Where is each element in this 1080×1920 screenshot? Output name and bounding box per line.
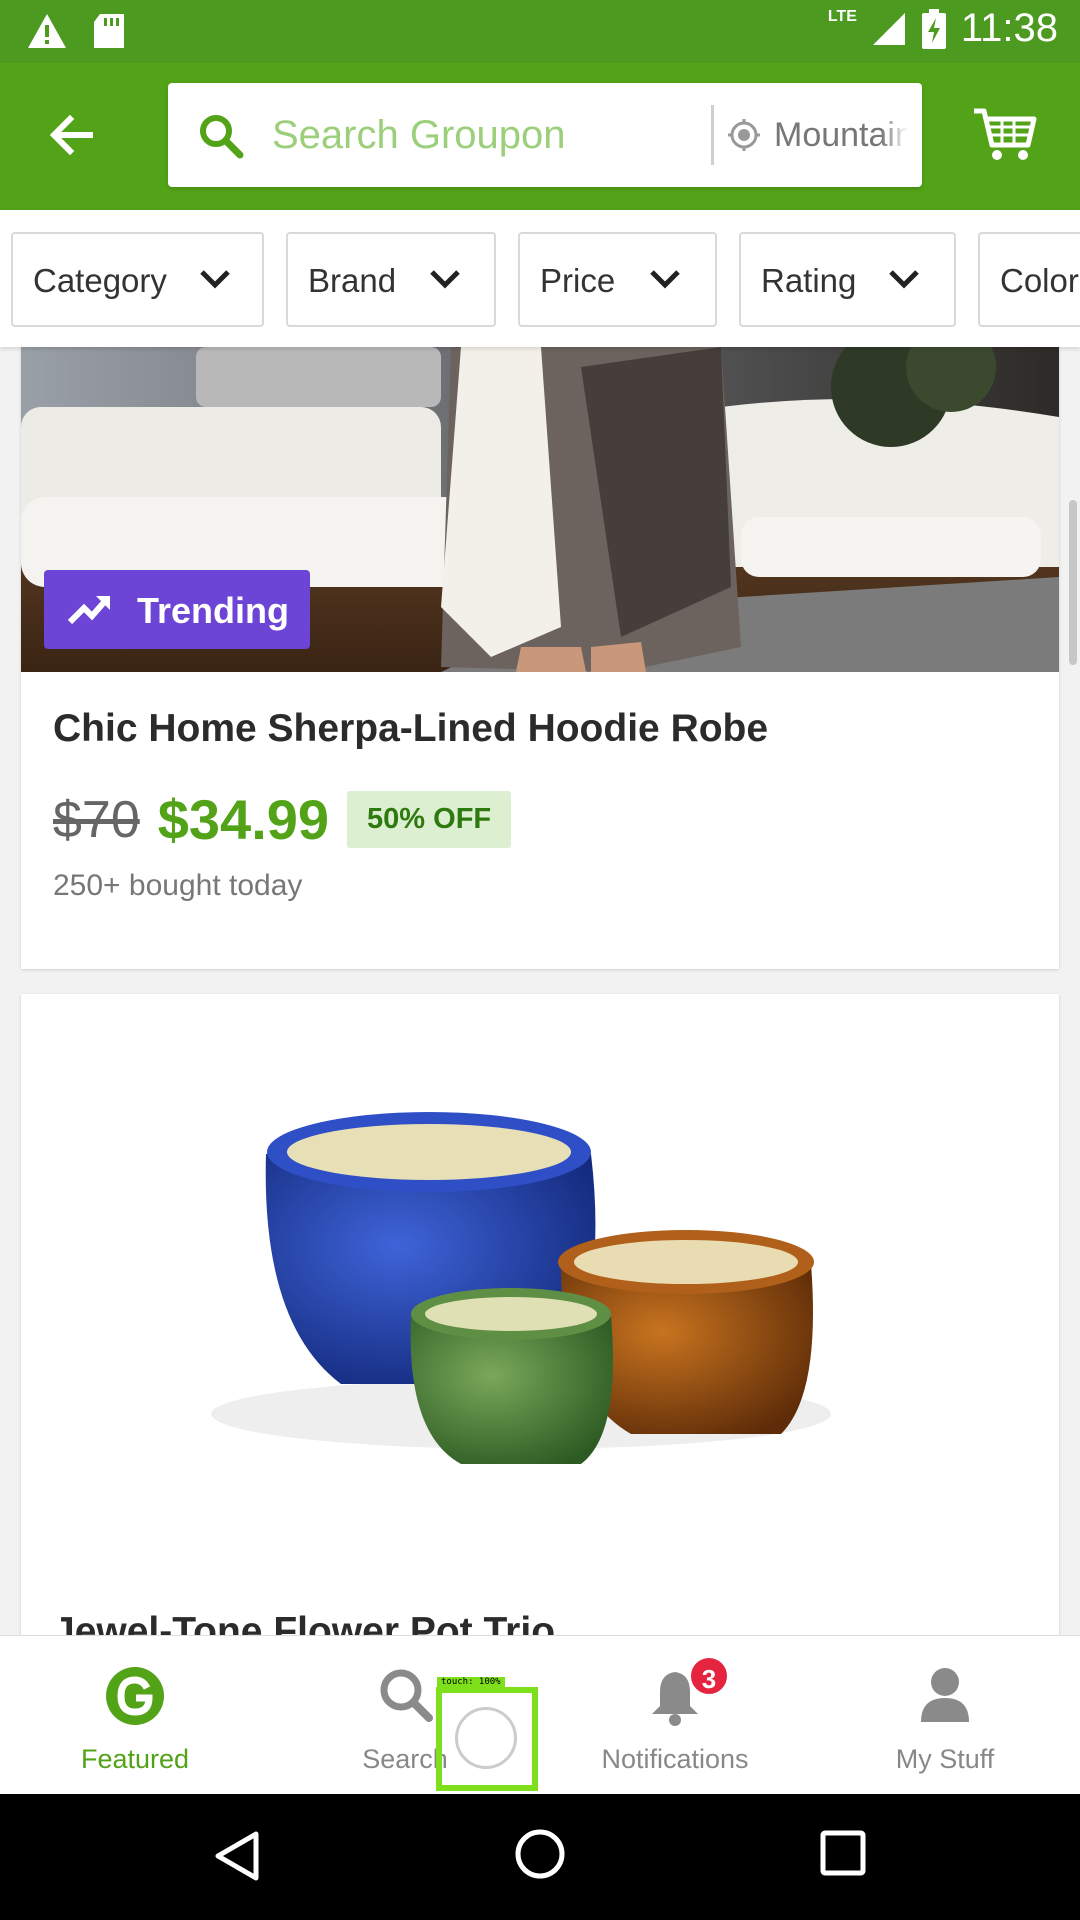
touch-indicator-label: touch: 100%: [437, 1677, 505, 1688]
search-input[interactable]: Search Groupon: [272, 113, 566, 158]
nav-label: Featured: [80, 1744, 190, 1774]
cart-button[interactable]: [972, 105, 1038, 168]
search-icon: [380, 1669, 433, 1722]
back-button[interactable]: [44, 105, 104, 165]
search-bar[interactable]: Search Groupon Mountain View: [168, 83, 922, 187]
network-type: LTE: [827, 7, 857, 25]
trending-up-icon: [68, 596, 110, 625]
battery-charging-icon: [921, 8, 946, 49]
sd-card-icon: [94, 14, 124, 48]
chevron-down-icon: [200, 270, 230, 289]
trending-label: Trending: [137, 590, 289, 631]
recents-square-icon[interactable]: [820, 1830, 866, 1876]
warning-icon: [28, 14, 66, 48]
price-row: $70 $34.99 50% OFF: [53, 787, 512, 852]
cart-icon: [974, 108, 1037, 160]
back-triangle-icon[interactable]: [212, 1830, 260, 1882]
chevron-down-icon: [650, 270, 680, 289]
filter-brand[interactable]: Brand: [286, 232, 496, 327]
discount-badge: 50% OFF: [347, 791, 512, 848]
trending-badge: Trending: [44, 570, 310, 649]
groupon-g-icon: [106, 1667, 164, 1725]
nav-featured[interactable]: Featured: [0, 1636, 270, 1795]
deal-card[interactable]: Jewel-Tone Flower Pot Trio: [21, 994, 1059, 1694]
deal-title[interactable]: Chic Home Sherpa-Lined Hoodie Robe: [53, 707, 768, 751]
location-selector[interactable]: Mountain View: [774, 116, 908, 155]
chevron-down-icon: [889, 270, 919, 289]
filter-bar: Category Brand Price Rating Color: [0, 210, 1080, 347]
filter-label: Color: [1000, 262, 1079, 299]
clock: 11:38: [960, 6, 1058, 50]
back-arrow-icon: [49, 114, 93, 156]
status-bar: LTE 11:38: [0, 0, 1080, 63]
bottom-nav: Featured Search 3 Notifications My Stuff: [0, 1635, 1080, 1794]
nav-notifications[interactable]: 3 Notifications: [540, 1636, 810, 1795]
flower-pots-product-image: [21, 994, 1059, 1594]
system-nav-bar: [0, 1794, 1080, 1920]
filter-rating[interactable]: Rating: [739, 232, 956, 327]
original-price: $70: [53, 790, 140, 849]
user-icon: [921, 1668, 969, 1722]
location-icon: [728, 119, 760, 151]
nav-my-stuff[interactable]: My Stuff: [810, 1636, 1080, 1795]
filter-label: Rating: [761, 262, 857, 299]
nav-label: My Stuff: [895, 1744, 995, 1774]
deal-card[interactable]: Trending Chic Home Sherpa-Lined Hoodie R…: [21, 347, 1059, 969]
app-header: Search Groupon Mountain View: [0, 63, 1080, 210]
search-icon: [200, 115, 244, 159]
search-divider: [711, 105, 714, 165]
touch-point: [455, 1707, 517, 1769]
notification-badge: 3: [688, 1655, 730, 1697]
signal-icon: [872, 12, 905, 45]
deal-price: $34.99: [157, 788, 330, 851]
bought-count: 250+ bought today: [53, 869, 303, 902]
filter-color[interactable]: Color: [978, 232, 1080, 327]
filter-label: Brand: [308, 262, 397, 299]
filter-category[interactable]: Category: [11, 232, 264, 327]
filter-label: Price: [540, 262, 616, 299]
scrollbar[interactable]: [1069, 500, 1077, 665]
chevron-down-icon: [430, 270, 460, 289]
filter-price[interactable]: Price: [518, 232, 717, 327]
home-circle-icon[interactable]: [514, 1828, 566, 1880]
filter-label: Category: [33, 262, 167, 299]
nav-label: Notifications: [601, 1744, 749, 1774]
